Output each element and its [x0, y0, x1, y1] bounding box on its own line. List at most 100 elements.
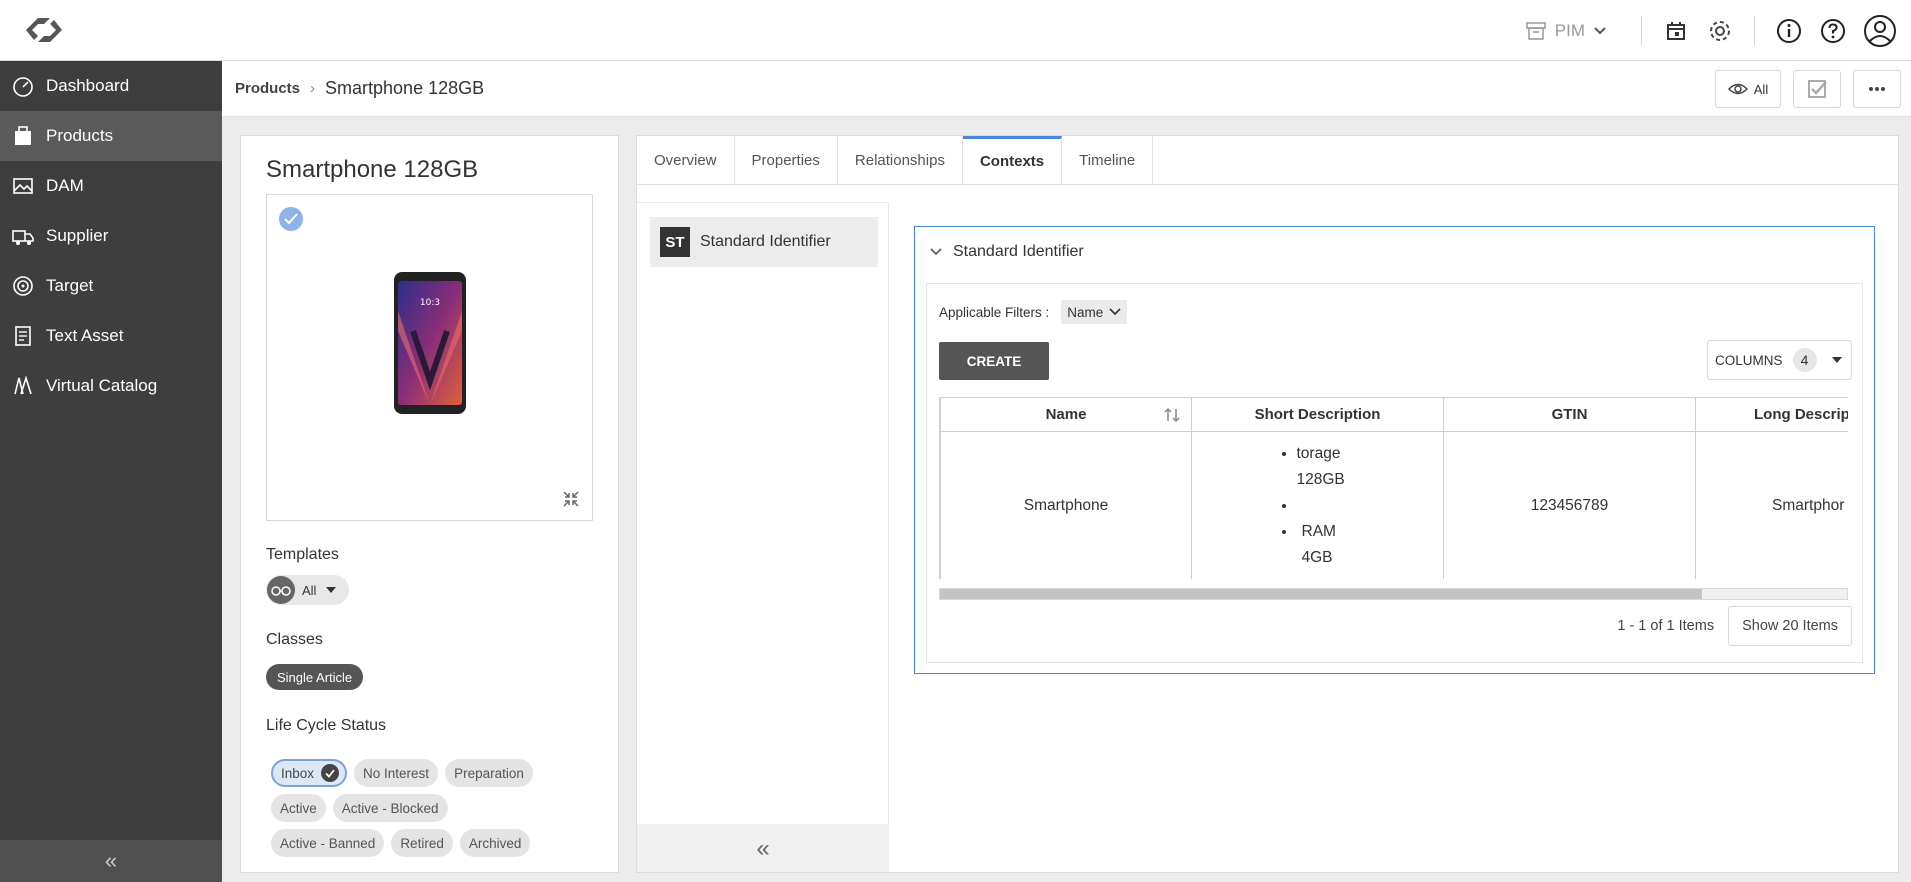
templates-label: Templates — [266, 546, 339, 563]
column-header-label: Short Description — [1254, 406, 1381, 423]
breadcrumb-bar: Products › Smartphone 128GB All — [222, 61, 1911, 117]
gear-icon[interactable] — [1706, 17, 1734, 45]
image-selected-check-icon[interactable] — [279, 207, 303, 231]
check-square-icon — [1808, 80, 1827, 98]
info-icon[interactable] — [1775, 17, 1803, 45]
dashboard-icon — [10, 73, 36, 99]
more-actions-button[interactable] — [1853, 70, 1901, 108]
context-panel-header[interactable]: Standard Identifier — [929, 243, 1084, 261]
column-header-short-description[interactable]: Short Description — [1191, 397, 1444, 432]
context-panel-title: Standard Identifier — [953, 243, 1084, 260]
user-icon[interactable] — [1863, 14, 1897, 48]
classes-label: Classes — [266, 631, 323, 648]
lifecycle-row: Active Active - Blocked — [271, 794, 591, 822]
lifecycle-chip-active-banned[interactable]: Active - Banned — [271, 829, 385, 857]
lifecycle-chip-archived[interactable]: Archived — [459, 829, 531, 857]
view-filter-button[interactable]: All — [1715, 70, 1781, 108]
list-item: torage 128GB — [1297, 441, 1357, 493]
chevron-down-icon — [1594, 26, 1606, 34]
filter-select[interactable]: Name — [1061, 300, 1128, 324]
short-description-list: torage 128GB RAM 4GB — [1279, 441, 1357, 571]
lifecycle-chip-inbox[interactable]: Inbox — [271, 759, 348, 787]
tab-overview[interactable]: Overview — [637, 136, 735, 184]
lifecycle-row: Inbox No Interest Preparation — [271, 759, 591, 787]
filter-value: Name — [1067, 304, 1104, 320]
sidebar: Dashboard Products DAM Supplier Target Text A… — [0, 61, 222, 882]
context-list: ST Standard Identifier « — [637, 202, 889, 872]
lifecycle-chip-label: No Interest — [363, 765, 430, 781]
breadcrumb-products-link[interactable]: Products — [235, 80, 300, 97]
check-icon — [321, 764, 340, 782]
context-item-standard-identifier[interactable]: ST Standard Identifier — [650, 217, 878, 267]
class-chip[interactable]: Single Article — [266, 664, 364, 690]
template-icon — [267, 576, 295, 604]
caret-down-icon — [326, 587, 337, 593]
table-row[interactable]: Smartphone torage 128GB RAM 4GB 12345678… — [940, 431, 1848, 579]
lifecycle-chip-retired[interactable]: Retired — [391, 829, 453, 857]
page-size-button[interactable]: Show 20 Items — [1728, 606, 1852, 646]
tab-contexts[interactable]: Contexts — [962, 136, 1063, 184]
tab-timeline[interactable]: Timeline — [1062, 136, 1154, 184]
collapse-arrows-icon[interactable] — [562, 490, 580, 508]
cell-name: Smartphone — [940, 431, 1192, 579]
top-bar: PIM — [0, 0, 1911, 61]
column-header-gtin[interactable]: GTIN — [1443, 397, 1696, 432]
divider — [1641, 15, 1642, 46]
sidebar-item-text-asset[interactable]: Text Asset — [0, 311, 222, 361]
tab-bar: Overview Properties Relationships Contexts T… — [637, 136, 1898, 185]
lifecycle-chip-active[interactable]: Active — [271, 794, 326, 822]
context-badge: ST — [660, 227, 690, 257]
view-filter-label: All — [1753, 81, 1769, 97]
sidebar-item-dashboard[interactable]: Dashboard — [0, 61, 222, 111]
calendar-icon[interactable] — [1662, 17, 1690, 45]
eye-icon — [1727, 83, 1748, 95]
cell-short-description: torage 128GB RAM 4GB — [1191, 431, 1444, 579]
pagination: 1 - 1 of 1 Items Show 20 Items — [1617, 606, 1852, 646]
column-header-long-description[interactable]: Long Descrip — [1695, 397, 1848, 432]
sidebar-item-label: Target — [46, 276, 94, 295]
columns-label: COLUMNS — [1715, 352, 1783, 368]
data-grid: Name Short Description GTIN Long Descrip… — [939, 397, 1848, 579]
scrollbar-thumb[interactable] — [940, 589, 1702, 599]
cell-long-description: Smartphor — [1695, 431, 1848, 579]
sidebar-item-supplier[interactable]: Supplier — [0, 211, 222, 261]
products-icon — [10, 123, 36, 149]
table-header-row: Name Short Description GTIN Long Descrip — [940, 397, 1848, 432]
column-header-name[interactable]: Name — [940, 397, 1192, 432]
approve-button[interactable] — [1793, 70, 1841, 108]
horizontal-scrollbar[interactable] — [939, 588, 1848, 600]
sidebar-collapse-button[interactable]: « — [0, 840, 222, 882]
columns-count-badge: 4 — [1792, 348, 1817, 372]
context-grid-container: Applicable Filters : Name CREATE COLUMNS… — [926, 283, 1863, 663]
sidebar-item-label: Products — [46, 126, 114, 145]
lifecycle-chip-active-blocked[interactable]: Active - Blocked — [332, 794, 448, 822]
lifecycle-status-chips: Inbox No Interest Preparation Active Active … — [271, 759, 591, 864]
create-button[interactable]: CREATE — [939, 342, 1049, 380]
applicable-filters: Applicable Filters : Name — [939, 300, 1128, 324]
product-detail-panel: Overview Properties Relationships Contexts T… — [636, 135, 1899, 873]
double-chevron-left-icon: « — [104, 848, 118, 873]
sidebar-item-products[interactable]: Products — [0, 111, 222, 161]
sidebar-item-virtual-catalog[interactable]: Virtual Catalog — [0, 361, 222, 411]
lifecycle-chip-label: Active - Blocked — [341, 800, 439, 816]
lifecycle-chip-no-interest[interactable]: No Interest — [354, 759, 439, 787]
tab-properties[interactable]: Properties — [735, 136, 838, 184]
sidebar-item-target[interactable]: Target — [0, 261, 222, 311]
context-item-label: Standard Identifier — [700, 233, 831, 250]
tab-relationships[interactable]: Relationships — [838, 136, 963, 184]
sidebar-item-dam[interactable]: DAM — [0, 161, 222, 211]
sort-icon[interactable] — [1163, 406, 1181, 424]
context-list-collapse-button[interactable]: « — [637, 824, 889, 872]
lifecycle-label: Life Cycle Status — [266, 717, 387, 734]
sidebar-item-label: Dashboard — [46, 76, 130, 95]
columns-selector[interactable]: COLUMNS 4 — [1707, 340, 1852, 380]
template-selector[interactable]: All — [266, 575, 349, 605]
sidebar-item-label: DAM — [46, 176, 84, 195]
help-icon[interactable] — [1819, 17, 1847, 45]
svg-text:10:3: 10:3 — [420, 298, 440, 308]
app-logo-icon[interactable] — [20, 12, 68, 48]
list-item: RAM 4GB — [1297, 519, 1357, 571]
module-select[interactable]: PIM — [1525, 20, 1607, 42]
lifecycle-chip-preparation[interactable]: Preparation — [445, 759, 533, 787]
context-panel: Standard Identifier Applicable Filters :… — [914, 226, 1875, 674]
